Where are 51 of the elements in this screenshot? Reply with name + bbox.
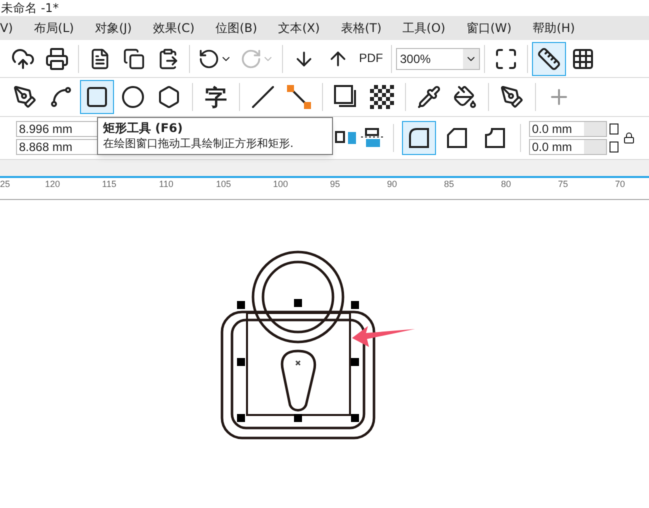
- corner-icon: [407, 126, 431, 150]
- menu-item[interactable]: 工具(O): [402, 19, 446, 37]
- align-icon: [361, 128, 385, 148]
- connector-icon: [286, 84, 312, 110]
- curve-icon: [49, 85, 73, 109]
- menu-item[interactable]: 位图(B): [216, 19, 258, 37]
- corner-radius-field[interactable]: 0.0 mm: [529, 139, 607, 155]
- corner-button[interactable]: [402, 121, 436, 155]
- printer-icon: [45, 46, 69, 70]
- copy-icon: [123, 48, 145, 70]
- corner-icon: [445, 126, 469, 150]
- pointer-arrow: [352, 326, 415, 347]
- menu-item[interactable]: V): [0, 19, 13, 37]
- lock-icon: [623, 132, 635, 144]
- paint-bucket-icon: [453, 85, 477, 109]
- full-screen-icon: [494, 46, 518, 70]
- menu-item[interactable]: 效果(C): [152, 19, 195, 37]
- eyedropper-icon: [417, 85, 441, 109]
- menu-item[interactable]: 对象(J): [94, 19, 132, 37]
- corner-icon: [483, 126, 507, 150]
- shadow-icon: [333, 84, 359, 110]
- align-icon: [335, 131, 357, 145]
- checkerboard-icon: [370, 85, 394, 109]
- menu-item[interactable]: 窗口(W): [466, 19, 512, 37]
- document-icon: [89, 48, 111, 70]
- ellipse-icon: [121, 85, 145, 109]
- menu-item[interactable]: 表格(T): [340, 19, 382, 37]
- window-title: 未命名 -1*: [0, 0, 59, 16]
- pen-icon: [13, 85, 37, 109]
- redo-icon: [240, 48, 262, 70]
- cloud-upload-icon: [11, 46, 35, 70]
- grid-icon: [571, 46, 595, 70]
- menu-item[interactable]: 文本(X): [278, 19, 320, 37]
- menu-item[interactable]: 帮助(H): [532, 19, 575, 37]
- ruler-icon: [537, 46, 561, 70]
- corner-radius-field[interactable]: 0.0 mm: [529, 121, 607, 137]
- ruler: 25 120 115 110 105 100 95 90 85 80 75 70: [0, 178, 649, 200]
- rectangle-icon: [85, 85, 109, 109]
- line-icon: [251, 85, 275, 109]
- pen-nib-icon: [500, 85, 524, 109]
- corner-icon: [609, 123, 619, 135]
- tool-button[interactable]: [80, 80, 114, 114]
- undo-icon: [198, 48, 220, 70]
- menu-item[interactable]: 布局(L): [34, 19, 74, 37]
- zoom-dropdown[interactable]: 300%: [396, 48, 480, 70]
- pdf-button[interactable]: PDF: [355, 42, 387, 76]
- paste-icon: [157, 48, 179, 70]
- hexagon-icon: [157, 85, 181, 109]
- tool-button[interactable]: 字: [199, 80, 233, 114]
- corner-icon: [609, 141, 619, 153]
- rulers-button[interactable]: [532, 42, 566, 76]
